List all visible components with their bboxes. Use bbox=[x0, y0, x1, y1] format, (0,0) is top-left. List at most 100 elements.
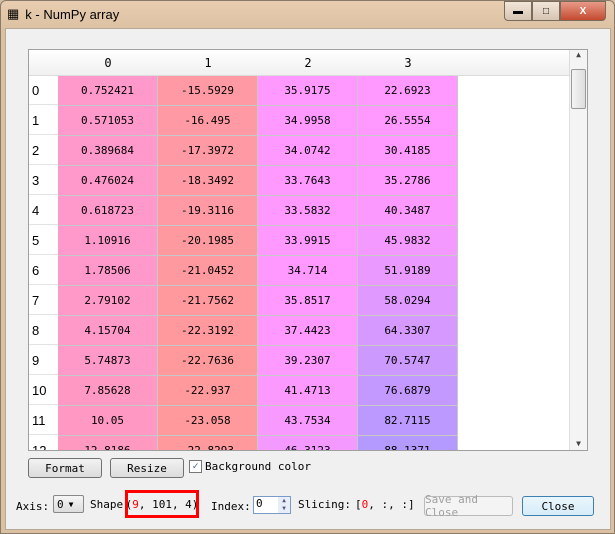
format-button[interactable]: Format bbox=[28, 458, 102, 478]
table-cell[interactable]: 46.3123 bbox=[258, 436, 358, 450]
shape-label: Shape bbox=[90, 498, 124, 511]
table-cell[interactable]: 34.714 bbox=[258, 256, 358, 286]
table-cell[interactable]: 39.2307 bbox=[258, 346, 358, 376]
row-header[interactable]: 8 bbox=[29, 316, 58, 345]
table-cell[interactable]: 76.6879 bbox=[358, 376, 458, 406]
table-cell[interactable]: 33.5832 bbox=[258, 196, 358, 226]
table-cell[interactable]: 7.85628 bbox=[58, 376, 158, 406]
close-window-button[interactable]: X bbox=[560, 1, 606, 21]
table-cell[interactable]: 4.15704 bbox=[58, 316, 158, 346]
table-cell[interactable]: -20.1985 bbox=[158, 226, 258, 256]
table-cell[interactable]: 35.2786 bbox=[358, 166, 458, 196]
axis-select[interactable]: 0 ▼ bbox=[53, 495, 84, 513]
close-button[interactable]: Close bbox=[522, 496, 594, 516]
table-cell[interactable]: 22.6923 bbox=[358, 76, 458, 106]
axis-label: Axis: bbox=[16, 500, 50, 513]
column-header[interactable]: 0 bbox=[58, 50, 159, 76]
spin-arrows-icon[interactable]: ▲ ▼ bbox=[278, 497, 290, 513]
slicing-label: Slicing: bbox=[298, 498, 351, 511]
table-cell[interactable]: 70.5747 bbox=[358, 346, 458, 376]
slicing-value: [0, :, :] bbox=[355, 498, 415, 511]
table-cell[interactable]: 41.4713 bbox=[258, 376, 358, 406]
minimize-button[interactable]: ▬ bbox=[504, 1, 532, 21]
shape-open: ( bbox=[125, 497, 133, 511]
table-cell[interactable]: -21.0452 bbox=[158, 256, 258, 286]
row-header[interactable]: 4 bbox=[29, 196, 58, 225]
resize-button[interactable]: Resize bbox=[110, 458, 184, 478]
axis-value: 0 bbox=[57, 497, 64, 511]
chevron-down-icon: ▼ bbox=[68, 499, 74, 509]
shape-first: 9 bbox=[132, 497, 139, 511]
table-cell[interactable]: 34.0742 bbox=[258, 136, 358, 166]
table-cell[interactable]: -22.8293 bbox=[158, 436, 258, 450]
row-header[interactable]: 3 bbox=[29, 166, 58, 195]
table-cell[interactable]: 37.4423 bbox=[258, 316, 358, 346]
table-cell[interactable]: 0.476024 bbox=[58, 166, 158, 196]
array-table[interactable]: ▲ ▼ 0 1 2 3 0 0.752421 -15.5929 35.9175 22.6923 1… bbox=[28, 49, 588, 451]
table-cell[interactable]: 0.618723 bbox=[58, 196, 158, 226]
row-header[interactable]: 10 bbox=[29, 376, 58, 405]
table-cell[interactable]: -16.495 bbox=[158, 106, 258, 136]
table-cell[interactable]: 64.3307 bbox=[358, 316, 458, 346]
dialog-body: ▲ ▼ 0 1 2 3 0 0.752421 -15.5929 35.9175 22.6923 1… bbox=[5, 28, 611, 530]
table-cell[interactable]: -22.3192 bbox=[158, 316, 258, 346]
table-cell[interactable]: 1.78506 bbox=[58, 256, 158, 286]
table-cell[interactable]: -17.3972 bbox=[158, 136, 258, 166]
table-cell[interactable]: 35.8517 bbox=[258, 286, 358, 316]
row-header[interactable]: 0 bbox=[29, 76, 58, 105]
slicing-rest: , :, :] bbox=[368, 498, 415, 511]
row-header[interactable]: 12 bbox=[29, 436, 58, 450]
vertical-scrollbar[interactable]: ▲ ▼ bbox=[569, 50, 587, 450]
table-cell[interactable]: 1.10916 bbox=[58, 226, 158, 256]
title-bar: ▦ k - NumPy array bbox=[7, 6, 119, 22]
index-label: Index: bbox=[211, 500, 251, 513]
table-cell[interactable]: 26.5554 bbox=[358, 106, 458, 136]
table-cell[interactable]: -15.5929 bbox=[158, 76, 258, 106]
row-header[interactable]: 5 bbox=[29, 226, 58, 255]
row-header[interactable]: 9 bbox=[29, 346, 58, 375]
table-cell[interactable]: 58.0294 bbox=[358, 286, 458, 316]
table-cell[interactable]: 40.3487 bbox=[358, 196, 458, 226]
background-color-checkbox[interactable]: ✓ bbox=[189, 460, 202, 473]
maximize-button[interactable]: □ bbox=[532, 1, 560, 21]
table-cell[interactable]: 2.79102 bbox=[58, 286, 158, 316]
save-and-close-button[interactable]: Save and Close bbox=[424, 493, 513, 519]
table-cell[interactable]: -18.3492 bbox=[158, 166, 258, 196]
table-cell[interactable]: 34.9958 bbox=[258, 106, 358, 136]
table-cell[interactable]: 45.9832 bbox=[358, 226, 458, 256]
table-cell[interactable]: -21.7562 bbox=[158, 286, 258, 316]
table-cell[interactable]: 88.1371 bbox=[358, 436, 458, 450]
table-cell[interactable]: 0.389684 bbox=[58, 136, 158, 166]
table-cell[interactable]: 82.7115 bbox=[358, 406, 458, 436]
shape-rest: , 101, 4) bbox=[138, 497, 199, 511]
scroll-down-icon[interactable]: ▼ bbox=[570, 439, 587, 448]
column-header[interactable]: 1 bbox=[158, 50, 259, 76]
scroll-up-icon[interactable]: ▲ bbox=[570, 50, 587, 59]
row-header[interactable]: 1 bbox=[29, 106, 58, 135]
row-header[interactable]: 11 bbox=[29, 406, 58, 435]
window-title: k - NumPy array bbox=[25, 6, 120, 22]
column-header[interactable]: 3 bbox=[358, 50, 459, 76]
scroll-thumb[interactable] bbox=[571, 69, 586, 109]
table-cell[interactable]: -19.3116 bbox=[158, 196, 258, 226]
row-header[interactable]: 2 bbox=[29, 136, 58, 165]
index-spinbox[interactable]: 0 ▲ ▼ bbox=[253, 496, 291, 514]
table-cell[interactable]: 43.7534 bbox=[258, 406, 358, 436]
table-cell[interactable]: 0.752421 bbox=[58, 76, 158, 106]
table-cell[interactable]: -22.7636 bbox=[158, 346, 258, 376]
table-cell[interactable]: 5.74873 bbox=[58, 346, 158, 376]
table-cell[interactable]: 12.8186 bbox=[58, 436, 158, 450]
table-cell[interactable]: 33.7643 bbox=[258, 166, 358, 196]
table-cell[interactable]: -22.937 bbox=[158, 376, 258, 406]
table-cell[interactable]: 0.571053 bbox=[58, 106, 158, 136]
column-header[interactable]: 2 bbox=[258, 50, 359, 76]
row-header[interactable]: 7 bbox=[29, 286, 58, 315]
table-cell[interactable]: -23.058 bbox=[158, 406, 258, 436]
table-cell[interactable]: 35.9175 bbox=[258, 76, 358, 106]
row-header[interactable]: 6 bbox=[29, 256, 58, 285]
table-cell[interactable]: 51.9189 bbox=[358, 256, 458, 286]
background-color-label: Background color bbox=[205, 460, 311, 473]
table-cell[interactable]: 33.9915 bbox=[258, 226, 358, 256]
table-cell[interactable]: 30.4185 bbox=[358, 136, 458, 166]
table-cell[interactable]: 10.05 bbox=[58, 406, 158, 436]
